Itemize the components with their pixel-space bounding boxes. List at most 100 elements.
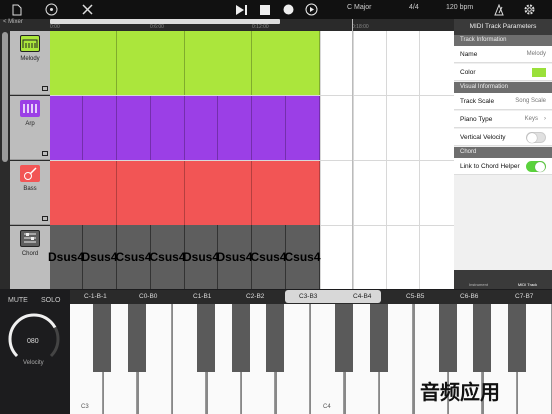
bass-clip[interactable] bbox=[252, 161, 320, 225]
octave-range[interactable]: C6-B6 bbox=[460, 293, 478, 300]
octave-range[interactable]: C5-B5 bbox=[406, 293, 424, 300]
mute-solo-icon[interactable] bbox=[42, 86, 48, 91]
black-key[interactable] bbox=[197, 304, 215, 372]
vertical-scrollbar[interactable] bbox=[2, 32, 8, 162]
arp-clip[interactable] bbox=[252, 96, 286, 160]
arp-clip[interactable] bbox=[50, 96, 83, 160]
vertical-velocity-toggle[interactable] bbox=[526, 132, 546, 143]
chord-clip[interactable]: Csus4 bbox=[115, 225, 152, 289]
arp-clip[interactable] bbox=[185, 96, 218, 160]
ruler-tick: 0:6:00 bbox=[150, 24, 164, 30]
octave-range[interactable]: C0-B0 bbox=[139, 293, 157, 300]
chord-clip[interactable]: Dsus4 bbox=[183, 225, 219, 289]
black-key[interactable] bbox=[232, 304, 250, 372]
key-signature[interactable]: C Major bbox=[347, 4, 372, 11]
tempo[interactable]: 120 bpm bbox=[446, 4, 473, 11]
tab-instrument-label: Instrument bbox=[469, 282, 488, 287]
bass-clip[interactable] bbox=[117, 161, 185, 225]
black-key[interactable] bbox=[335, 304, 353, 372]
tab-instrument[interactable]: Instrument bbox=[454, 270, 503, 289]
track-header-melody[interactable]: Melody bbox=[10, 31, 50, 95]
arp-clip[interactable] bbox=[83, 96, 117, 160]
solo-button[interactable]: SOLO bbox=[41, 297, 60, 304]
chord-clip[interactable]: Csus4 bbox=[250, 225, 287, 289]
document-icon[interactable] bbox=[8, 1, 26, 18]
mute-solo-icon[interactable] bbox=[42, 151, 48, 156]
track-name: Melody bbox=[20, 56, 40, 62]
section-track-information: Track Information bbox=[454, 35, 552, 46]
melody-clip[interactable] bbox=[117, 31, 185, 95]
piano-type-label: Piano Type bbox=[460, 116, 493, 123]
chord-clip[interactable]: Csus4 bbox=[149, 225, 186, 289]
chord-clip[interactable]: Csus4 bbox=[284, 225, 321, 289]
track-name: Arp bbox=[25, 121, 35, 127]
color-swatch[interactable] bbox=[532, 68, 546, 77]
chord-helper-row[interactable]: Link to Chord Helper bbox=[454, 158, 552, 175]
chord-helper-toggle[interactable] bbox=[526, 161, 546, 172]
panel-title: MIDI Track Parameters bbox=[454, 19, 552, 35]
mute-solo-icon[interactable] bbox=[42, 216, 48, 221]
chord-helper-label: Link to Chord Helper bbox=[460, 163, 520, 170]
piano-type-row[interactable]: Piano Type Keys › bbox=[454, 111, 552, 128]
disc-icon[interactable] bbox=[42, 1, 60, 18]
arp-clip[interactable] bbox=[117, 96, 151, 160]
vertical-velocity-row[interactable]: Vertical Velocity bbox=[454, 129, 552, 146]
play-circle-icon[interactable] bbox=[302, 1, 320, 18]
octave-range[interactable]: C7-B7 bbox=[515, 293, 533, 300]
midi-track-parameters-panel: Track Information Name Melody Color Visu… bbox=[454, 19, 552, 289]
black-key[interactable] bbox=[508, 304, 526, 372]
name-row[interactable]: Name Melody bbox=[454, 46, 552, 63]
timeline-ruler[interactable]: 0:00 0:6:00 0:12:00 0:18:00 bbox=[50, 19, 454, 31]
ruler-tick: 0:00 bbox=[50, 24, 60, 30]
bass-clip[interactable] bbox=[185, 161, 252, 225]
octave-range[interactable]: C2-B2 bbox=[246, 293, 264, 300]
chord-icon bbox=[20, 230, 40, 247]
octave-range-selected[interactable]: C3-B3 bbox=[299, 293, 317, 300]
metronome-icon[interactable] bbox=[490, 1, 508, 18]
melody-clip[interactable] bbox=[50, 31, 117, 95]
black-key[interactable] bbox=[439, 304, 457, 372]
arp-clip[interactable] bbox=[218, 96, 252, 160]
piano-type-value[interactable]: Keys bbox=[525, 111, 538, 128]
time-signature[interactable]: 4/4 bbox=[409, 4, 419, 11]
track-scale-label: Track Scale bbox=[460, 98, 495, 105]
arp-clip[interactable] bbox=[286, 96, 320, 160]
name-value[interactable]: Melody bbox=[527, 46, 546, 63]
black-key[interactable] bbox=[128, 304, 146, 372]
arrangement-grid[interactable]: Dsus4 Dsus4 Csus4 Csus4 Dsus4 Dsus4 Csus… bbox=[48, 31, 454, 289]
tab-midi-track[interactable]: MIDI Track bbox=[503, 270, 552, 289]
track-scale-row[interactable]: Track Scale Song Scale bbox=[454, 93, 552, 110]
mixer-back-link[interactable]: < Mixer bbox=[3, 19, 23, 25]
stop-icon[interactable] bbox=[256, 1, 274, 18]
track-header-bass[interactable]: Bass bbox=[10, 161, 50, 225]
loop-region[interactable] bbox=[50, 19, 280, 24]
octave-range[interactable]: C1-B1 bbox=[193, 293, 211, 300]
playhead[interactable] bbox=[352, 19, 353, 289]
record-icon[interactable] bbox=[279, 1, 297, 18]
section-visual-information: Visual Information bbox=[454, 82, 552, 93]
track-scale-value[interactable]: Song Scale bbox=[515, 93, 546, 110]
track-header-arp[interactable]: Arp bbox=[10, 96, 50, 160]
ruler-tick: 0:12:00 bbox=[252, 24, 269, 30]
octave-range[interactable]: C4-B4 bbox=[353, 293, 371, 300]
chord-clip[interactable]: Dsus4 bbox=[81, 225, 118, 289]
chord-clip[interactable]: Dsus4 bbox=[48, 225, 84, 289]
bass-clip[interactable] bbox=[50, 161, 117, 225]
top-toolbar: C Major 4/4 120 bpm bbox=[0, 0, 552, 19]
black-key[interactable] bbox=[473, 304, 491, 372]
mute-button[interactable]: MUTE bbox=[8, 297, 28, 304]
name-label: Name bbox=[460, 51, 478, 58]
play-to-end-icon[interactable] bbox=[232, 1, 250, 18]
melody-clip[interactable] bbox=[252, 31, 320, 95]
black-key[interactable] bbox=[266, 304, 284, 372]
melody-clip[interactable] bbox=[185, 31, 252, 95]
track-header-chord[interactable]: Chord bbox=[10, 226, 50, 290]
arp-clip[interactable] bbox=[151, 96, 185, 160]
color-row[interactable]: Color bbox=[454, 64, 552, 81]
black-key[interactable] bbox=[370, 304, 388, 372]
black-key[interactable] bbox=[93, 304, 111, 372]
settings-gear-icon[interactable] bbox=[520, 1, 538, 18]
tools-icon[interactable] bbox=[78, 1, 96, 18]
chord-clip[interactable]: Dsus4 bbox=[216, 225, 253, 289]
octave-range[interactable]: C-1-B-1 bbox=[84, 293, 107, 300]
